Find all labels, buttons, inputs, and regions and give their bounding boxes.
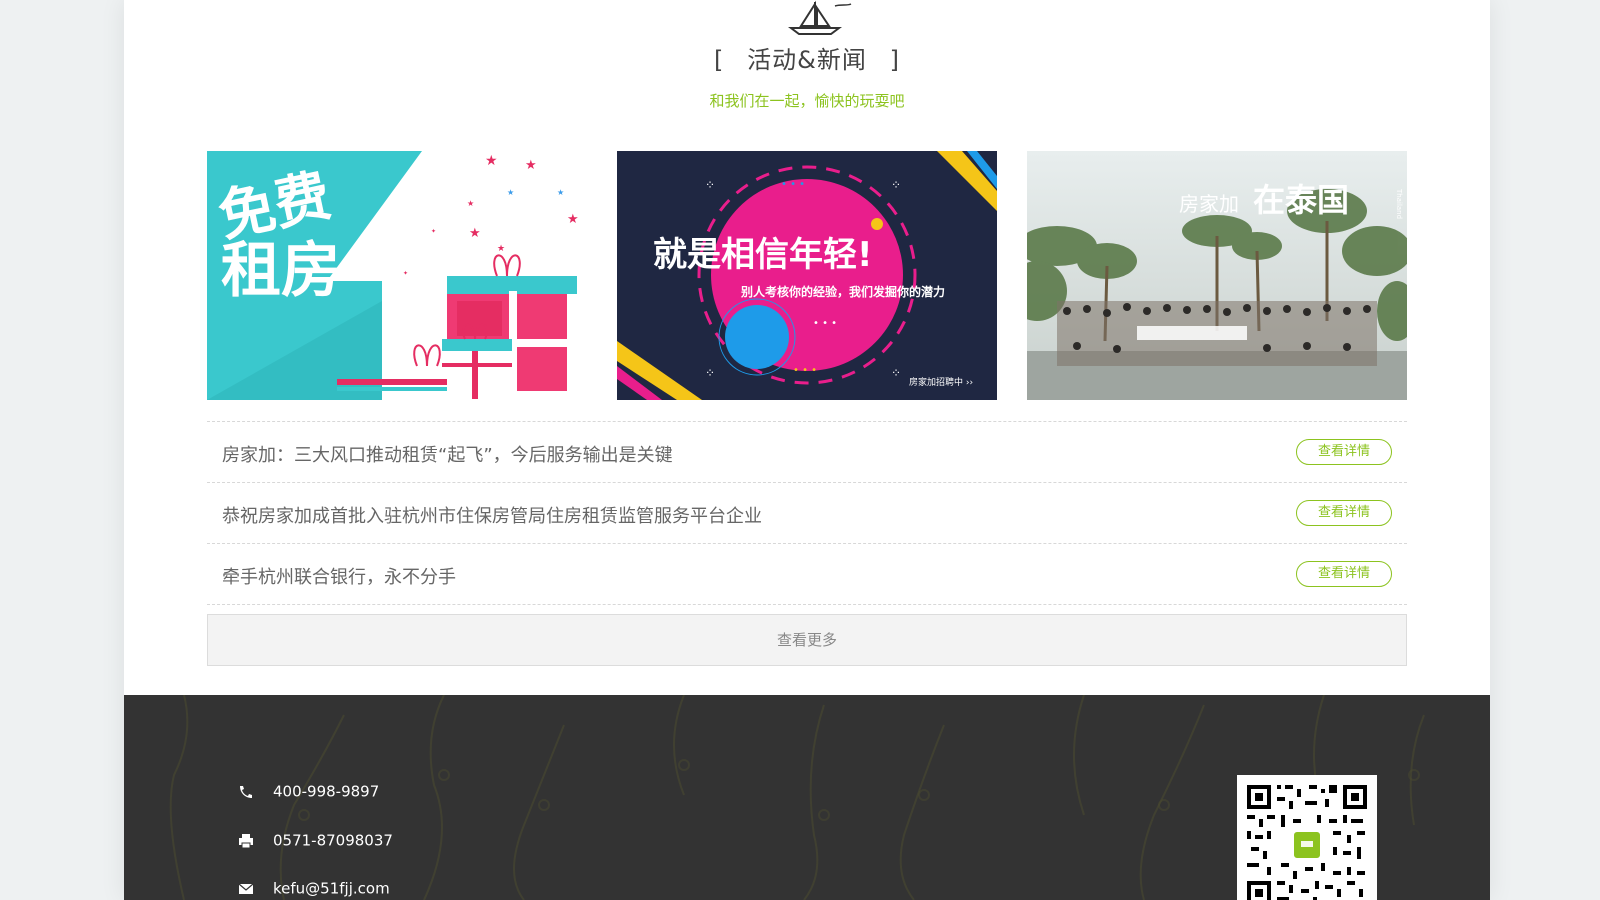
news-title[interactable]: 恭祝房家加成首批入驻杭州市住保房管局住房租赁监管服务平台企业	[222, 502, 762, 528]
recruit-sub: 别人考核你的经验，我们发掘你的潜力	[740, 284, 945, 299]
thailand-headline: 在泰国	[1253, 181, 1349, 219]
activity-cards: 免费 租房 ★ ★ ★ ★ ★ ★ ★ ★ ✦ ✦ 就是相信年轻! 别人考核你的…	[207, 151, 1407, 400]
mail-icon	[238, 883, 254, 894]
svg-text:⁘: ⁘	[891, 178, 901, 192]
thailand-image: 房家加 在泰国 Thailand	[1027, 151, 1407, 400]
svg-text:✦: ✦	[431, 228, 436, 235]
qr-code	[1237, 775, 1377, 900]
view-detail-button[interactable]: 查看详情	[1296, 500, 1392, 526]
free-rent-card[interactable]: 免费 租房 ★ ★ ★ ★ ★ ★ ★ ★ ✦ ✦	[207, 151, 587, 400]
phone-number: 400-998-9897	[273, 782, 380, 801]
svg-text:★: ★	[525, 158, 537, 173]
view-more-button[interactable]: 查看更多	[207, 614, 1407, 666]
qr-code-icon	[1237, 775, 1377, 900]
recruit-card[interactable]: 就是相信年轻! 别人考核你的经验，我们发掘你的潜力 房家加招聘中 ›› ⁘ ⁘ …	[617, 151, 997, 400]
news-title[interactable]: 牵手杭州联合银行，永不分手	[222, 563, 456, 589]
svg-text:★: ★	[507, 188, 514, 197]
news-title[interactable]: 房家加：三大风口推动租赁“起飞”，今后服务输出是关键	[222, 441, 673, 467]
footer: 400-998-9897 0571-87098037 kefu@51fjj.co…	[124, 695, 1490, 900]
thailand-trip-card[interactable]: 房家加 在泰国 Thailand	[1027, 151, 1407, 400]
svg-text:⁘: ⁘	[705, 366, 715, 380]
view-detail-button[interactable]: 查看详情	[1296, 439, 1392, 465]
svg-text:★: ★	[557, 188, 564, 197]
svg-text:⁘: ⁘	[891, 366, 901, 380]
contact-fax: 0571-87098037	[237, 828, 393, 852]
svg-text:★: ★	[485, 153, 498, 169]
svg-text:• • •: • • •	[781, 179, 805, 190]
page: [活动&新闻] 和我们在一起，愉快的玩耍吧 免费 租房 ★ ★ ★ ★ ★ ★ …	[124, 0, 1490, 900]
contact-phone: 400-998-9897	[237, 779, 379, 803]
news-item: 牵手杭州联合银行，永不分手 查看详情	[207, 544, 1407, 605]
news-list: 房家加：三大风口推动租赁“起飞”，今后服务输出是关键 查看详情 恭祝房家加成首批…	[207, 421, 1407, 605]
svg-text:• • •: • • •	[813, 318, 837, 329]
svg-text:★: ★	[467, 199, 474, 208]
svg-text:• • •: • • •	[793, 365, 817, 376]
recruit-footer: 房家加招聘中 ››	[909, 376, 973, 388]
fax-number: 0571-87098037	[273, 831, 393, 850]
fax-icon	[239, 833, 253, 848]
thailand-vertical: Thailand	[1395, 188, 1403, 219]
title-bracket-open: [	[713, 46, 725, 74]
svg-text:⁘: ⁘	[705, 178, 715, 192]
sailboat-icon	[788, 0, 852, 35]
svg-text:✦: ✦	[403, 270, 408, 277]
free-rent-line2: 租房	[221, 236, 341, 306]
recruit-headline: 就是相信年轻!	[653, 235, 873, 275]
contact-email: kefu@51fjj.com	[237, 876, 390, 900]
email-address: kefu@51fjj.com	[273, 879, 390, 898]
thailand-brand: 房家加	[1179, 192, 1239, 216]
news-item: 房家加：三大风口推动租赁“起飞”，今后服务输出是关键 查看详情	[207, 422, 1407, 483]
svg-text:★: ★	[469, 226, 481, 241]
svg-text:★: ★	[567, 212, 579, 227]
free-rent-image: 免费 租房 ★ ★ ★ ★ ★ ★ ★ ★ ✦ ✦	[207, 151, 587, 400]
section-subtitle: 和我们在一起，愉快的玩耍吧	[709, 92, 905, 110]
view-detail-button[interactable]: 查看详情	[1296, 561, 1392, 587]
section-title: [ 活动&新闻]	[124, 40, 1490, 75]
recruit-image: 就是相信年轻! 别人考核你的经验，我们发掘你的潜力 房家加招聘中 ›› ⁘ ⁘ …	[617, 151, 997, 400]
news-item: 恭祝房家加成首批入驻杭州市住保房管局住房租赁监管服务平台企业 查看详情	[207, 483, 1407, 544]
section-title-text: 活动&新闻	[747, 46, 867, 74]
title-bracket-close: ]	[889, 46, 901, 74]
svg-text:★: ★	[497, 244, 505, 254]
phone-icon	[240, 785, 252, 798]
